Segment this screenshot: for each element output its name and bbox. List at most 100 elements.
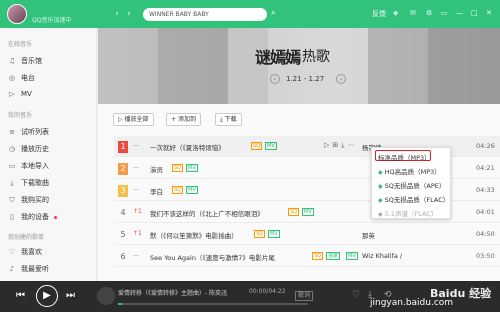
more-icon[interactable]: ⋯ <box>347 141 357 149</box>
trend-indicator: ↑1 <box>133 230 142 237</box>
lyrics-button[interactable]: 歌词 <box>295 291 314 301</box>
next-icon[interactable]: ⏭ <box>66 290 75 301</box>
mini-mode-icon[interactable]: ▭ <box>441 9 448 17</box>
table-row[interactable]: 6 — See You Again（《速度与激情7》电影片尾 SQ 独家 MV … <box>114 246 500 267</box>
song-title[interactable]: 我们不该这样的（《北上广不相信眼泪》 <box>150 208 264 218</box>
chart-logo: 谜嫣嫣 <box>255 48 301 67</box>
sidebar-item-trial-list[interactable]: ≡ 试听列表 <box>8 127 49 137</box>
song-title[interactable]: 李白 <box>150 186 163 196</box>
sq-badge: SQ <box>172 164 184 172</box>
diamond-icon: ◆ <box>378 197 383 204</box>
minimize-icon[interactable]: — <box>456 9 463 17</box>
table-row[interactable]: 5 ↑1 默（《何以笙箫默》电影插曲） SQ MV 那英 04:50 <box>114 224 500 245</box>
quality-sq-ape[interactable]: ◆ SQ无损品质（APE） <box>378 180 445 190</box>
sidebar-section-my-music: 我的音乐 <box>8 112 33 119</box>
skin-icon[interactable]: ◈ <box>393 9 398 17</box>
song-title[interactable]: 演员 <box>150 164 163 174</box>
song-duration: 04:21 <box>476 164 495 172</box>
quality-label: SQ无损品质（APE） <box>384 182 446 190</box>
song-title[interactable]: 默（《何以笙箫默》电影插曲） <box>150 230 238 240</box>
close-icon[interactable]: ✕ <box>486 9 492 17</box>
trend-indicator: ↑1 <box>133 208 142 215</box>
song-title[interactable]: See You Again（《速度与激情7》电影片尾 <box>150 252 275 262</box>
sq-badge: SQ <box>172 186 184 194</box>
song-artist[interactable]: Wiz Khalifa / <box>362 252 402 260</box>
avatar[interactable] <box>7 4 27 24</box>
quality-label: SQ无损品质（FLAC） <box>384 196 450 204</box>
device-icon: ▯ <box>10 213 14 221</box>
trend-indicator: — <box>133 186 139 193</box>
rank-badge: 1 <box>118 141 128 153</box>
forward-arrow-icon[interactable]: › <box>124 9 134 19</box>
trend-indicator: — <box>133 252 139 259</box>
maximize-icon[interactable]: □ <box>471 9 478 17</box>
song-title[interactable]: 一次就好（《夏洛特烦恼》 <box>150 142 225 152</box>
sidebar-item-label: 我最爱听 <box>21 265 49 273</box>
previous-icon[interactable]: ⏮ <box>16 290 25 301</box>
quality-standard-mp3[interactable]: 标准品质（MP3） <box>378 152 431 162</box>
quality-51-flac[interactable]: ◆ 5.1声道（FLAC） <box>378 208 437 218</box>
sidebar-item-label: 我喜欢 <box>21 248 42 256</box>
mv-badge[interactable]: MV <box>268 230 280 238</box>
sidebar-item-label: 电台 <box>21 74 35 82</box>
rank-badge: 3 <box>118 185 128 197</box>
feedback-link[interactable]: 反馈 <box>372 9 386 19</box>
mv-badge[interactable]: MV <box>186 164 198 172</box>
sidebar-item-local[interactable]: ▭ 本地导入 <box>8 161 49 171</box>
download-icon: ⤓ <box>220 116 223 123</box>
quality-label: 5.1声道（FLAC） <box>384 210 438 218</box>
cart-icon: ⛉ <box>9 195 15 204</box>
song-artist[interactable]: 那英 <box>362 230 375 240</box>
mail-icon[interactable]: ✉ <box>410 9 416 17</box>
watermark-url: jingyan.baidu.com <box>370 298 454 308</box>
user-status: QQ音乐加速中 <box>32 17 72 24</box>
sidebar-item-label: 音乐馆 <box>21 57 42 65</box>
sidebar-item-radio[interactable]: ◎ 电台 <box>8 73 35 83</box>
song-duration: 04:26 <box>476 142 495 150</box>
chart-banner: 谜嫣嫣 热歌 ‹ 1.21 - 1.27 › <box>98 28 500 104</box>
sq-badge: SQ <box>288 208 300 216</box>
back-arrow-icon[interactable]: ‹ <box>112 9 122 19</box>
progress-bar[interactable] <box>118 303 308 305</box>
trend-indicator: — <box>133 142 139 149</box>
play-icon[interactable]: ▶ <box>36 285 58 307</box>
next-week-icon[interactable]: › <box>336 74 346 84</box>
add-icon[interactable]: ⊞ <box>332 141 341 149</box>
sidebar-item-most-listened[interactable]: ♪ 我最爱听 <box>8 264 49 274</box>
sidebar-item-history[interactable]: ◷ 播放历史 <box>8 144 49 154</box>
search-icon[interactable]: ⌕ <box>271 8 283 20</box>
play-icon: ▷ <box>118 116 123 123</box>
mv-icon: ▷ <box>9 90 15 98</box>
prev-week-icon[interactable]: ‹ <box>270 74 280 84</box>
song-duration: 04:01 <box>476 208 495 216</box>
sidebar-item-mv[interactable]: ▷ MV <box>8 90 32 98</box>
quality-hq-mp3[interactable]: ◆ HQ高品质（MP3） <box>378 166 441 176</box>
now-playing-title: 爱情转移（《爱情转移》主题曲）- 陈奕迅 <box>118 290 228 297</box>
play-all-button[interactable]: ▷ 播放全部 <box>113 113 154 126</box>
chart-date-range: 1.21 - 1.27 <box>286 75 325 83</box>
mv-badge[interactable]: MV <box>346 252 358 260</box>
sidebar-item-favorites[interactable]: ♡ 我喜欢 <box>8 247 42 257</box>
download-button[interactable]: ⤓ 下载 <box>215 113 242 126</box>
search-input[interactable]: WINNER BABY BABY <box>143 8 267 21</box>
top-bar: QQ音乐加速中 ‹ › WINNER BABY BABY ⌕ 反馈 ◈ ✉ ⚙ … <box>0 0 500 28</box>
add-to-label: 添加到 <box>177 116 196 123</box>
add-to-button[interactable]: + 添加到 <box>166 113 201 126</box>
sidebar-item-label: 试听列表 <box>21 128 49 136</box>
sidebar-item-purchased[interactable]: ⛉ 我购买的 <box>8 195 49 205</box>
rank-number: 5 <box>120 230 126 239</box>
quality-sq-flac[interactable]: ◆ SQ无损品质（FLAC） <box>378 194 449 204</box>
sidebar-item-download[interactable]: ⤓ 下载歌曲 <box>8 178 49 188</box>
settings-icon[interactable]: ⚙ <box>426 9 432 17</box>
banner-album-art <box>368 28 428 104</box>
music-hall-icon: ♫ <box>8 57 16 65</box>
mv-badge[interactable]: MV <box>265 142 277 150</box>
diamond-icon: ◆ <box>378 169 383 176</box>
sidebar-item-device[interactable]: ▯ 我的设备 <box>8 212 57 222</box>
sidebar-item-music-hall[interactable]: ♫ 音乐馆 <box>8 56 42 66</box>
album-cover[interactable] <box>97 287 115 305</box>
mv-badge[interactable]: MV <box>302 208 314 216</box>
diamond-icon: ◆ <box>378 183 383 190</box>
heart-icon[interactable]: ♡ <box>352 290 360 300</box>
mv-badge[interactable]: MV <box>186 186 198 194</box>
